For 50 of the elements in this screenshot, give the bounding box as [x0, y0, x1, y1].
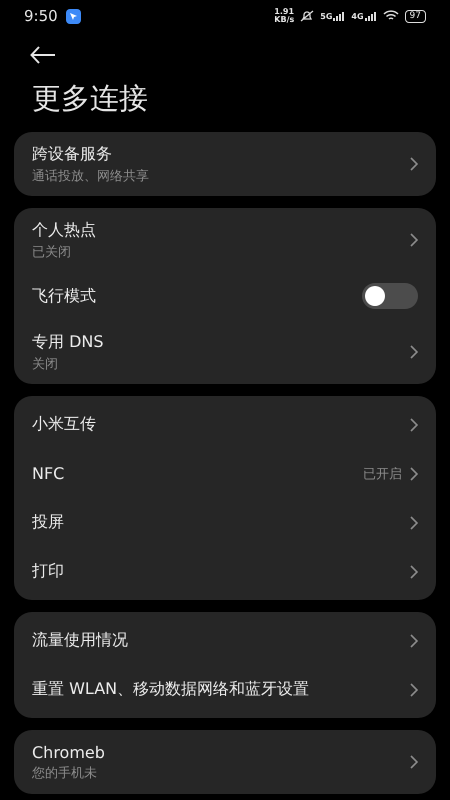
network-type: 5G	[320, 12, 332, 20]
setting-title: NFC	[32, 464, 66, 483]
net-speed: 1.91	[274, 8, 294, 16]
chevron-icon	[410, 634, 418, 648]
setting-subtitle: 通话投放、网络共享	[32, 168, 150, 184]
settings-row[interactable]: Chromeb 您的手机未	[14, 734, 436, 790]
chevron-icon	[410, 564, 418, 578]
setting-subtitle: 关闭	[32, 356, 59, 372]
settings-row[interactable]: 专用 DNS 关闭	[14, 324, 436, 380]
setting-subtitle: 您的手机未	[32, 764, 98, 782]
back-icon[interactable]	[30, 46, 56, 64]
setting-title: 投屏	[32, 512, 65, 533]
chevron-icon	[410, 418, 418, 432]
settings-row[interactable]: 流量使用情况	[14, 616, 436, 665]
toggle-switch[interactable]	[362, 283, 418, 309]
status-time: 9:50	[24, 7, 58, 25]
page-title: 更多连接	[32, 80, 149, 116]
wifi-icon	[382, 10, 399, 22]
setting-title: 打印	[32, 561, 65, 582]
chevron-icon	[410, 516, 418, 530]
chevron-icon	[410, 682, 418, 696]
setting-title: 飞行模式	[32, 286, 97, 306]
net-speed-unit: KB/s	[274, 16, 294, 24]
battery-indicator: 97	[404, 10, 426, 22]
chevron-icon	[410, 233, 418, 247]
setting-subtitle: 已关闭	[32, 244, 72, 260]
muted-bell-icon	[300, 10, 314, 22]
signal-icon	[364, 12, 377, 20]
setting-title: 小米互传	[32, 414, 97, 435]
chevron-icon	[410, 466, 418, 480]
chevron-icon	[410, 755, 418, 769]
settings-row[interactable]: 重置 WLAN、移动数据网络和蓝牙设置	[14, 665, 436, 714]
chevron-icon	[410, 345, 418, 359]
setting-title: 重置 WLAN、移动数据网络和蓝牙设置	[32, 679, 310, 700]
settings-row[interactable]: 小米互传	[14, 400, 436, 449]
setting-title: 个人热点	[32, 220, 97, 240]
settings-row[interactable]: 打印	[14, 547, 436, 596]
chevron-icon	[410, 157, 418, 171]
location-icon	[66, 8, 81, 24]
settings-row[interactable]: 投屏	[14, 498, 436, 547]
signal-icon	[333, 12, 346, 20]
setting-title: 专用 DNS	[32, 332, 105, 352]
setting-value: 已开启	[363, 466, 402, 482]
settings-row[interactable]: 跨设备服务 通话投放、网络共享	[14, 136, 436, 192]
network-type: 4G	[351, 12, 364, 20]
setting-title: 流量使用情况	[32, 630, 129, 651]
setting-title: Chromeb	[32, 742, 106, 762]
settings-row[interactable]: NFC 已开启	[14, 449, 436, 498]
settings-row[interactable]: 个人热点 已关闭	[14, 212, 436, 268]
setting-title: 跨设备服务	[32, 144, 113, 164]
